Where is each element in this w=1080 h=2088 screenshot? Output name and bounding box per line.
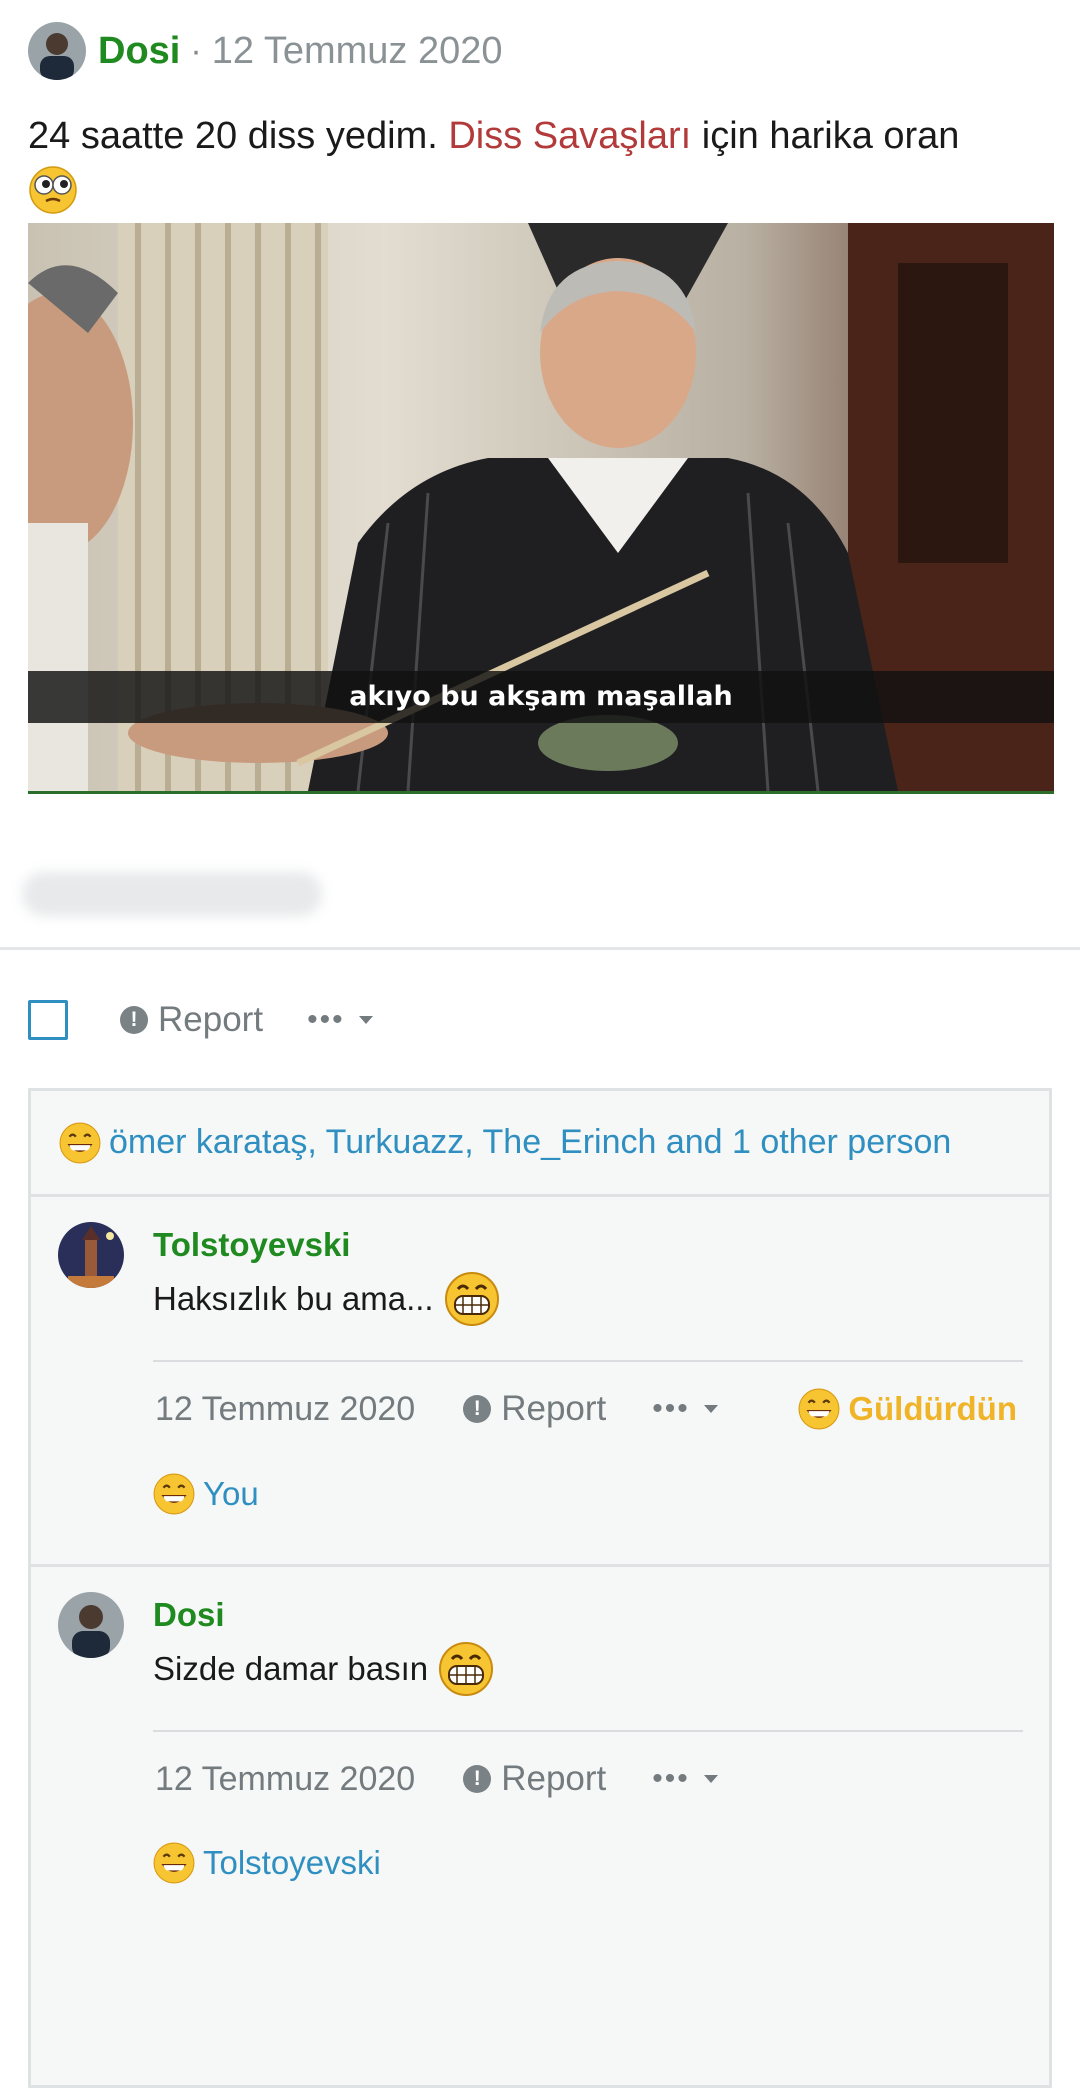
report-label: Report (158, 1000, 264, 1039)
comment-divider (153, 1360, 1023, 1362)
report-button[interactable]: ! Report (120, 1000, 263, 1040)
post-text-start: 24 saatte 20 diss yedim. (28, 115, 438, 157)
more-menu-button[interactable]: ••• (652, 1392, 718, 1426)
laugh-emoji-icon (798, 1388, 840, 1430)
laugh-reaction-button[interactable]: Güldürdün (798, 1385, 1017, 1433)
comment-text-row: Sizde damar basın (153, 1639, 494, 1699)
reaction-summary[interactable]: ömer karataş, Turkuazz, The_Erinch and 1… (31, 1091, 1049, 1197)
reacted-by[interactable]: Tolstoyevski (203, 1844, 381, 1882)
more-dots-icon: ••• (652, 1762, 690, 1795)
comment-author[interactable]: Tolstoyevski (153, 1226, 350, 1264)
post-author[interactable]: Dosi (98, 30, 180, 73)
author-avatar[interactable] (28, 22, 86, 80)
comment-meta: 12 Temmuz 2020 ! Report ••• (155, 1385, 718, 1433)
report-label: Report (501, 1389, 607, 1428)
comment-reactions[interactable]: Tolstoyevski (153, 1839, 381, 1887)
caret-down-icon (358, 1016, 373, 1024)
comment-divider (153, 1730, 1023, 1732)
laugh-label: Güldürdün (848, 1390, 1017, 1427)
laugh-emoji-icon (59, 1122, 101, 1164)
comment-reactions[interactable]: You (153, 1470, 259, 1518)
more-menu-button[interactable]: ••• (652, 1762, 718, 1796)
post-text-end: için harika oran (701, 115, 960, 157)
blurred-content (22, 872, 322, 916)
comment-text: Haksızlık bu ama... (153, 1280, 434, 1317)
separator: · (190, 31, 202, 70)
comment-date[interactable]: 12 Temmuz 2020 (155, 1760, 415, 1799)
comment-text: Sizde damar basın (153, 1650, 429, 1687)
post-image[interactable]: akıyo bu akşam maşallah (28, 223, 1054, 794)
report-label: Report (501, 1759, 607, 1798)
post-date[interactable]: 12 Temmuz 2020 (212, 30, 503, 73)
report-button[interactable]: ! Report (463, 1759, 606, 1799)
comment-date[interactable]: 12 Temmuz 2020 (155, 1390, 415, 1429)
comment: Dosi Sizde damar basın 12 Temmuz 2020 ! … (31, 1567, 1049, 1967)
select-checkbox[interactable] (28, 1000, 68, 1040)
comment: Tolstoyevski Haksızlık bu ama... 12 Temm… (31, 1197, 1049, 1567)
divider (0, 947, 1080, 950)
laugh-emoji-icon (153, 1842, 195, 1884)
alert-icon: ! (463, 1765, 492, 1793)
big-grin-emoji-icon (444, 1271, 500, 1327)
caret-down-icon (703, 1405, 718, 1413)
post-body: 24 saatte 20 diss yedim. Diss Savaşları … (28, 110, 1048, 215)
comment-meta: 12 Temmuz 2020 ! Report ••• (155, 1755, 718, 1803)
comment-author[interactable]: Dosi (153, 1596, 225, 1634)
more-dots-icon: ••• (307, 1003, 345, 1036)
post-header: Dosi · 12 Temmuz 2020 (28, 22, 503, 80)
more-menu-button[interactable]: ••• (307, 1003, 373, 1037)
laugh-emoji-icon (153, 1473, 195, 1515)
commenter-avatar[interactable] (58, 1592, 124, 1658)
more-dots-icon: ••• (652, 1392, 690, 1425)
alert-icon: ! (120, 1006, 148, 1034)
report-button[interactable]: ! Report (463, 1389, 606, 1429)
eyes-emoji-icon (28, 165, 78, 215)
comments-section: ömer karataş, Turkuazz, The_Erinch and 1… (28, 1088, 1052, 2088)
commenter-avatar[interactable] (58, 1222, 124, 1288)
image-caption: akıyo bu akşam maşallah (349, 681, 733, 712)
post-actions: ! Report ••• (28, 996, 373, 1044)
reacted-by[interactable]: You (203, 1475, 259, 1513)
reaction-users[interactable]: ömer karataş, Turkuazz, The_Erinch and 1… (109, 1123, 951, 1162)
alert-icon: ! (463, 1395, 492, 1423)
comment-text-row: Haksızlık bu ama... (153, 1269, 500, 1329)
caret-down-icon (703, 1775, 718, 1783)
forum-link[interactable]: Diss Savaşları (448, 115, 691, 157)
big-grin-emoji-icon (438, 1641, 494, 1697)
